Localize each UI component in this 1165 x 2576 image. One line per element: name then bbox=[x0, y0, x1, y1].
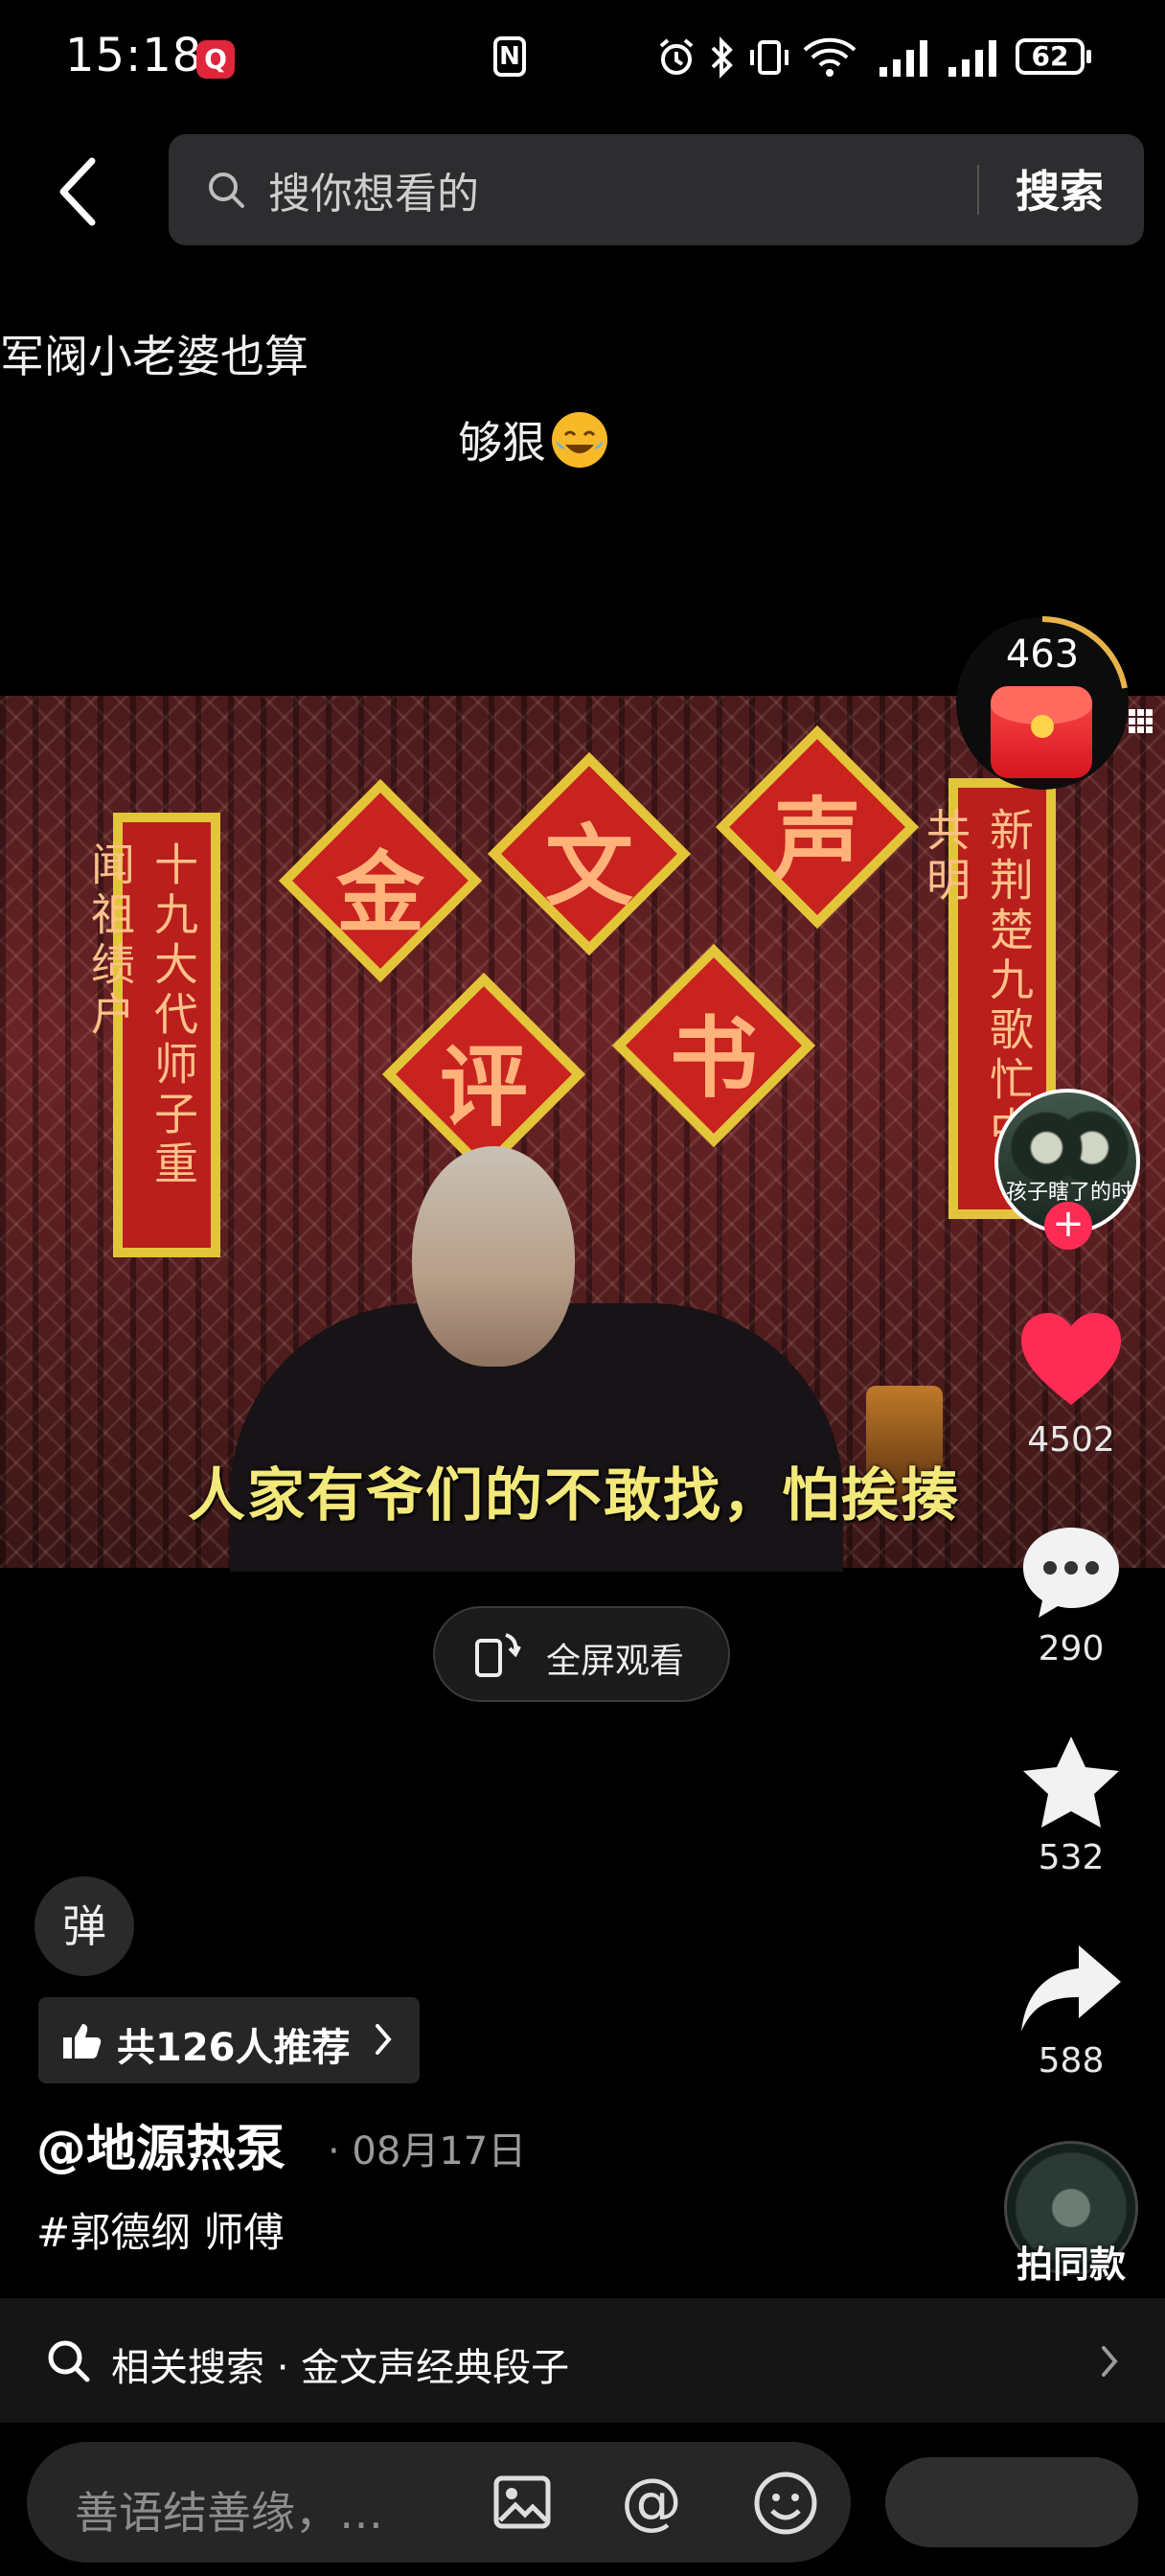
same-style-button[interactable]: 拍同款 bbox=[994, 2235, 1148, 2288]
decor-char-3: 声 bbox=[772, 788, 861, 891]
danmaku-toggle-button[interactable]: 弹 bbox=[34, 1876, 134, 1976]
recommend-label: 共126人推荐 bbox=[117, 2026, 351, 2070]
search-divider bbox=[977, 165, 979, 215]
wifi-icon bbox=[803, 37, 857, 77]
follow-button[interactable]: + bbox=[1044, 1202, 1092, 1250]
video-caption-line-1: 军阀小老婆也算 bbox=[0, 331, 308, 382]
star-icon[interactable] bbox=[1017, 1733, 1125, 1832]
post-date: · 08月17日 bbox=[328, 2129, 527, 2174]
status-time: 15:18 bbox=[65, 29, 203, 82]
comment-icon[interactable] bbox=[1017, 1522, 1125, 1622]
fullscreen-label: 全屏观看 bbox=[546, 1642, 685, 1681]
search-input[interactable]: 搜你想看的 bbox=[268, 159, 479, 220]
decor-char-4: 评 bbox=[439, 1035, 528, 1138]
laugh-emoji-icon bbox=[552, 412, 607, 468]
signal-icon-sim1 bbox=[879, 40, 927, 77]
search-icon bbox=[48, 2340, 90, 2382]
video-subtitle: 人家有爷们的不敢找，怕挨揍 bbox=[188, 1462, 960, 1530]
decor-char-1: 金 bbox=[335, 841, 424, 945]
grid-icon[interactable] bbox=[1127, 707, 1154, 734]
favorite-count: 532 bbox=[1038, 1838, 1105, 1877]
bluetooth-icon bbox=[711, 36, 733, 79]
battery-indicator: 62 bbox=[1016, 38, 1085, 75]
search-icon bbox=[209, 172, 244, 208]
send-button[interactable] bbox=[885, 2457, 1138, 2547]
emoji-icon[interactable] bbox=[753, 2471, 818, 2536]
video-caption-line-2: 够狠 bbox=[458, 417, 546, 469]
alarm-icon bbox=[659, 38, 694, 75]
share-icon[interactable] bbox=[1017, 1940, 1125, 2039]
nfc-icon: N bbox=[493, 36, 526, 77]
chevron-right-icon bbox=[1102, 2346, 1118, 2377]
battery-tip bbox=[1086, 50, 1091, 63]
notification-app-icon: Q bbox=[196, 40, 235, 79]
share-count: 588 bbox=[1038, 2041, 1105, 2081]
decor-char-5: 书 bbox=[669, 1006, 758, 1110]
performer-head bbox=[412, 1146, 575, 1367]
left-couplet-banner: 十九大代师子重闻祖绩户 bbox=[84, 813, 220, 1257]
like-count: 4502 bbox=[1027, 1420, 1115, 1460]
back-icon[interactable] bbox=[50, 153, 107, 230]
image-icon[interactable] bbox=[492, 2472, 552, 2532]
reward-count: 463 bbox=[1005, 632, 1080, 677]
signal-icon-sim2 bbox=[948, 40, 996, 77]
search-button[interactable]: 搜索 bbox=[1016, 157, 1104, 220]
rotate-phone-icon bbox=[475, 1633, 521, 1677]
comment-placeholder[interactable]: 善语结善缘，… bbox=[75, 2478, 383, 2542]
author-handle[interactable]: @地源热泵 bbox=[36, 2108, 286, 2180]
thumbs-up-icon bbox=[63, 2024, 102, 2058]
vibrate-icon bbox=[750, 40, 788, 75]
at-icon[interactable]: @ bbox=[621, 2467, 682, 2538]
red-packet-seal bbox=[1031, 715, 1054, 738]
hashtag-line[interactable]: #郭德纲 师傅 bbox=[36, 2200, 285, 2259]
chevron-right-icon bbox=[376, 2024, 392, 2055]
comment-count: 290 bbox=[1038, 1629, 1105, 1668]
decor-char-2: 文 bbox=[544, 815, 633, 918]
related-search-label: 相关搜索 · 金文声经典段子 bbox=[111, 2346, 570, 2390]
heart-icon[interactable] bbox=[1017, 1309, 1125, 1409]
